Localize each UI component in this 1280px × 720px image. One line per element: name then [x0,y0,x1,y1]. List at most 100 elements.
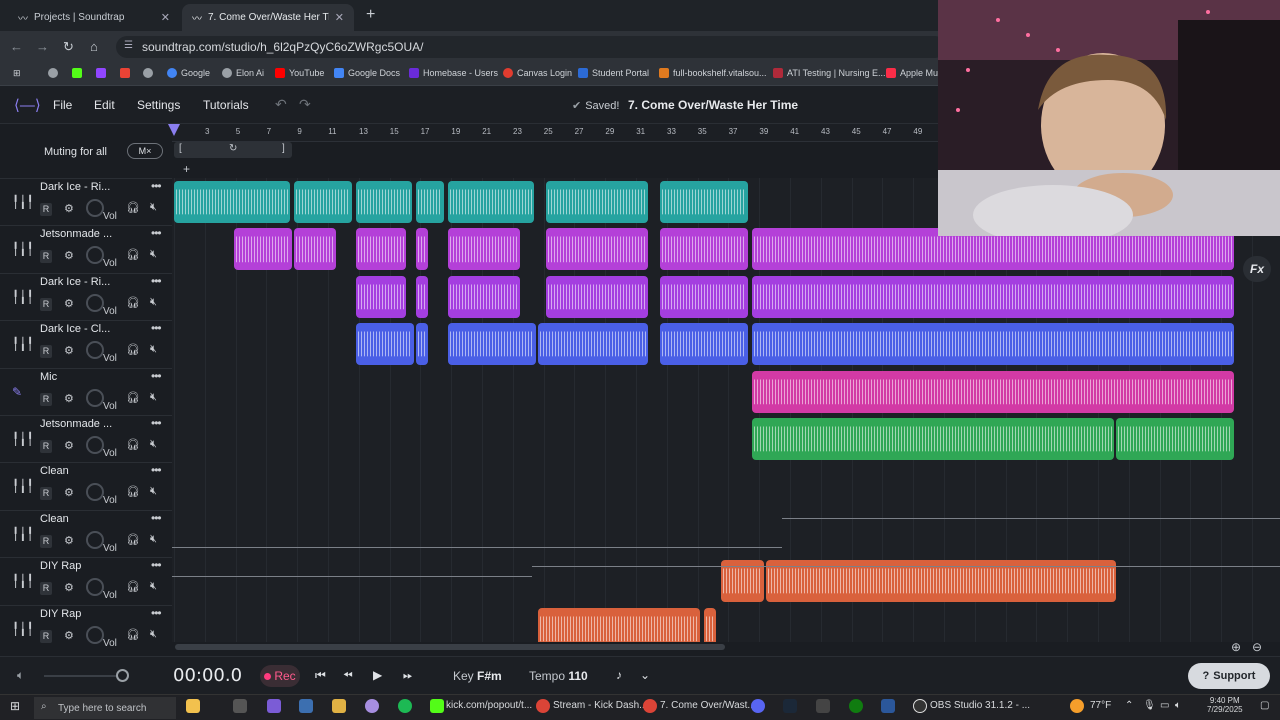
audio-clip[interactable] [546,275,648,318]
audio-clip[interactable] [234,228,292,271]
home-icon[interactable]: ⌂ [90,39,98,54]
audio-clip[interactable] [546,228,648,271]
volume-knob[interactable] [86,625,104,644]
audio-clip[interactable] [752,323,1234,366]
record-arm-button[interactable]: R [40,203,52,216]
headphones-icon[interactable]: 🎧︎ [126,438,140,451]
volume-knob[interactable] [86,246,104,265]
menu-file[interactable]: File [53,98,72,112]
effects-icon[interactable]: ⚙ [64,202,74,215]
reload-icon[interactable]: ↻ [63,39,74,55]
volume-knob[interactable] [86,578,104,597]
bookmark-icon-2[interactable] [72,68,82,78]
track-name[interactable]: DIY Rap [40,560,81,572]
volume-knob[interactable] [86,483,104,502]
loop-start-icon[interactable]: [ [179,143,182,154]
more-options-icon[interactable]: ••• [151,179,162,193]
kick-icon[interactable] [430,699,444,713]
automation-line[interactable] [532,566,1280,567]
audio-clip[interactable] [416,228,428,271]
record-arm-button[interactable]: R [40,297,52,311]
audio-clip[interactable] [752,418,1114,460]
copilot-app-icon[interactable] [267,699,281,713]
effects-icon[interactable]: ⚙ [64,249,74,262]
menu-settings[interactable]: Settings [137,98,180,112]
effects-icon[interactable]: ⚙ [64,486,74,499]
clock[interactable]: 9:40 PM 7/29/2025 [1207,696,1243,714]
record-arm-button[interactable]: R [40,250,52,264]
audio-clip[interactable] [294,181,352,223]
bookmark-icon-5[interactable] [143,68,153,78]
url-field[interactable]: ☰ soundtrap.com/studio/h_6l2qPzQyC6oZWRg… [116,36,946,58]
automation-line[interactable] [812,518,1280,519]
record-arm-button[interactable]: R [40,392,52,406]
volume-slider-thumb[interactable] [116,669,129,682]
mute-icon[interactable]: 🔇︎ [150,533,157,546]
zoom-in-icon[interactable]: ⊕ [1231,640,1241,654]
bookmark-elon-ai[interactable]: Elon Ai [222,68,264,78]
volume-knob[interactable] [86,436,104,454]
rewind-icon[interactable]: ⏪︎ [343,668,353,683]
effects-icon[interactable]: ⚙ [64,297,74,310]
mute-icon[interactable]: 🔇︎ [150,343,157,356]
windows-start-icon[interactable]: ⊞ [10,699,20,713]
audio-clip[interactable] [448,275,520,318]
audio-clip[interactable] [416,275,428,318]
record-arm-button[interactable]: R [40,534,52,548]
loop-region[interactable]: [ ↻ ] [174,142,292,158]
bookmark-google[interactable]: Google [167,68,210,78]
audio-clip[interactable] [448,323,536,366]
more-options-icon[interactable]: ••• [151,274,162,288]
mute-icon[interactable]: 🔇︎ [150,201,157,214]
volume-knob[interactable] [86,293,104,312]
effects-icon[interactable]: ⚙ [64,344,74,357]
track-name[interactable]: Clean [40,465,69,477]
fx-button[interactable]: Fx [1243,256,1271,282]
speaker-icon[interactable]: 🔈︎ [1175,700,1181,711]
effects-icon[interactable]: ⚙ [64,581,74,594]
headphones-icon[interactable]: 🎧︎ [126,628,140,641]
menu-tutorials[interactable]: Tutorials [203,98,249,112]
new-tab-button[interactable]: + [366,6,375,24]
metronome-icon[interactable]: ♪ [616,668,622,682]
track-name[interactable]: Dark Ice - Cl... [40,323,110,335]
track-header[interactable]: ╿╽╿ DIY Rap ••• R ⚙ Vol 🎧︎ 🔇︎ [0,557,172,604]
effects-icon[interactable]: ⚙ [64,629,74,642]
track-header[interactable]: ╿╽╿ Jetsonmade ... ••• R ⚙ Vol 🎧︎ 🔇︎ [0,415,172,462]
volume-icon[interactable]: 🔈︎ [17,668,24,683]
record-arm-button[interactable]: R [40,345,52,359]
automation-line[interactable] [172,576,532,577]
copilot-icon[interactable] [186,699,200,713]
track-name[interactable]: Clean [40,513,69,525]
audio-clip[interactable] [752,370,1234,413]
mute-icon[interactable]: 🔇︎ [150,391,157,404]
play-icon[interactable]: ▶︎ [373,668,382,682]
track-name[interactable]: Jetsonmade ... [40,228,112,240]
bookmark-canvas[interactable]: Canvas Login [503,68,572,78]
mute-all-toggle[interactable]: M× [127,143,163,159]
soundtrap-logo-icon[interactable]: ⟨—⟩ [14,96,41,114]
headphones-icon[interactable]: 🎧︎ [126,485,140,498]
chevron-up-icon[interactable]: ⌃ [1125,700,1133,711]
steam-icon[interactable] [783,699,797,713]
bookmark-vitalsource[interactable]: full-bookshelf.vitalsou... [659,68,767,78]
track-header[interactable]: ╿╽╿ Dark Ice - Ri... ••• R ⚙ Vol 🎧︎ 🔇︎ [0,178,172,225]
track-header[interactable]: ╿╽╿ Dark Ice - Ri... ••• R ⚙ Vol 🎧︎ 🔇︎ [0,272,172,320]
record-arm-button[interactable]: R [40,440,52,453]
forward-icon[interactable]: → [36,39,49,54]
audio-clip[interactable] [1116,418,1234,460]
effects-icon[interactable]: ⚙ [64,534,74,547]
more-options-icon[interactable]: ••• [151,321,162,335]
audio-clip[interactable] [538,607,700,642]
more-options-icon[interactable]: ••• [151,463,162,477]
fast-forward-icon[interactable]: ⏩︎ [403,668,413,683]
itunes-icon[interactable] [365,699,379,713]
app-icon-3[interactable] [816,699,830,713]
track-name[interactable]: Dark Ice - Ri... [40,181,110,193]
more-options-icon[interactable]: ••• [151,416,162,430]
key-setting[interactable]: Key F#m [453,669,502,683]
volume-knob[interactable] [86,341,104,360]
bookmark-icon-4[interactable] [120,68,130,78]
more-options-icon[interactable]: ••• [151,226,162,240]
audio-clip[interactable] [704,607,716,642]
